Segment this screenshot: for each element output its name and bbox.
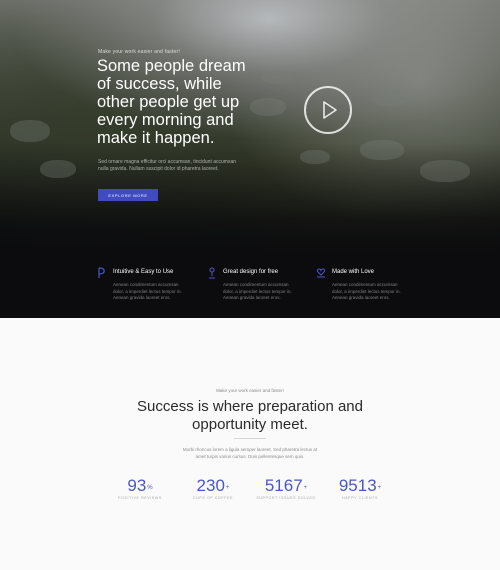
stat-number: 9513+ (338, 476, 382, 495)
feature-title: Intuitive & Easy to Use (113, 269, 174, 275)
hero-rock (300, 150, 330, 164)
hero-rock (372, 90, 410, 106)
stat-number: 93% (127, 476, 153, 495)
section-title: Success is where preparation and opportu… (137, 398, 363, 433)
stat-support-issues: 5167+ SUPPORT ISSUES SOLVED (246, 476, 326, 500)
section-paragraph: Morbi rhoncus lorem a ligula semper laor… (182, 447, 318, 459)
hero-section: Make your work easier and faster! Some p… (0, 0, 500, 318)
stat-number: 5167+ (264, 476, 308, 495)
hero-paragraph: Sed ornare magna efficitur orci accumsan… (98, 159, 237, 172)
feature-text: Aenean condimentum accumsan dolor, a imp… (332, 282, 401, 300)
hero-title: Some people dream of success, while othe… (97, 57, 246, 147)
hero-rock (10, 120, 50, 142)
hero-rock (420, 160, 470, 182)
heart-hand-icon (316, 268, 326, 278)
stat-label: CUPS OF COFFEE (193, 496, 233, 500)
feature-title: Great design for free (223, 269, 279, 275)
stat-label: HAPPY CLIENTS (341, 496, 379, 500)
stat-number: 230+ (196, 476, 230, 495)
stat-label: POSITIVE REVIEWS (118, 496, 162, 500)
feature-title: Made with Love (332, 269, 375, 275)
hero-eyebrow: Make your work easier and faster! (98, 49, 180, 55)
stat-cups-of-coffee: 230+ CUPS OF COFFEE (173, 476, 253, 500)
pen-nib-icon (98, 267, 105, 278)
play-video-button[interactable] (304, 86, 352, 134)
section-divider (234, 438, 266, 439)
person-pin-icon (209, 267, 215, 279)
stat-positive-reviews: 93% POSITIVE REVIEWS (100, 476, 180, 500)
hero-rock (360, 140, 404, 160)
hero-rock (40, 160, 76, 178)
stat-happy-clients: 9513+ HAPPY CLIENTS (320, 476, 400, 500)
stat-label: SUPPORT ISSUES SOLVED (256, 496, 316, 500)
explore-more-button[interactable]: EXPLORE MORE (98, 189, 158, 201)
section-eyebrow: Make your work easier and faster! (216, 388, 284, 393)
play-icon (323, 101, 337, 119)
success-section: Make your work easier and faster! Succes… (0, 318, 500, 570)
feature-text: Aenean condimentum accumsan dolor, a imp… (223, 282, 292, 300)
feature-text: Aenean condimentum accumsan dolor, a imp… (113, 282, 182, 300)
